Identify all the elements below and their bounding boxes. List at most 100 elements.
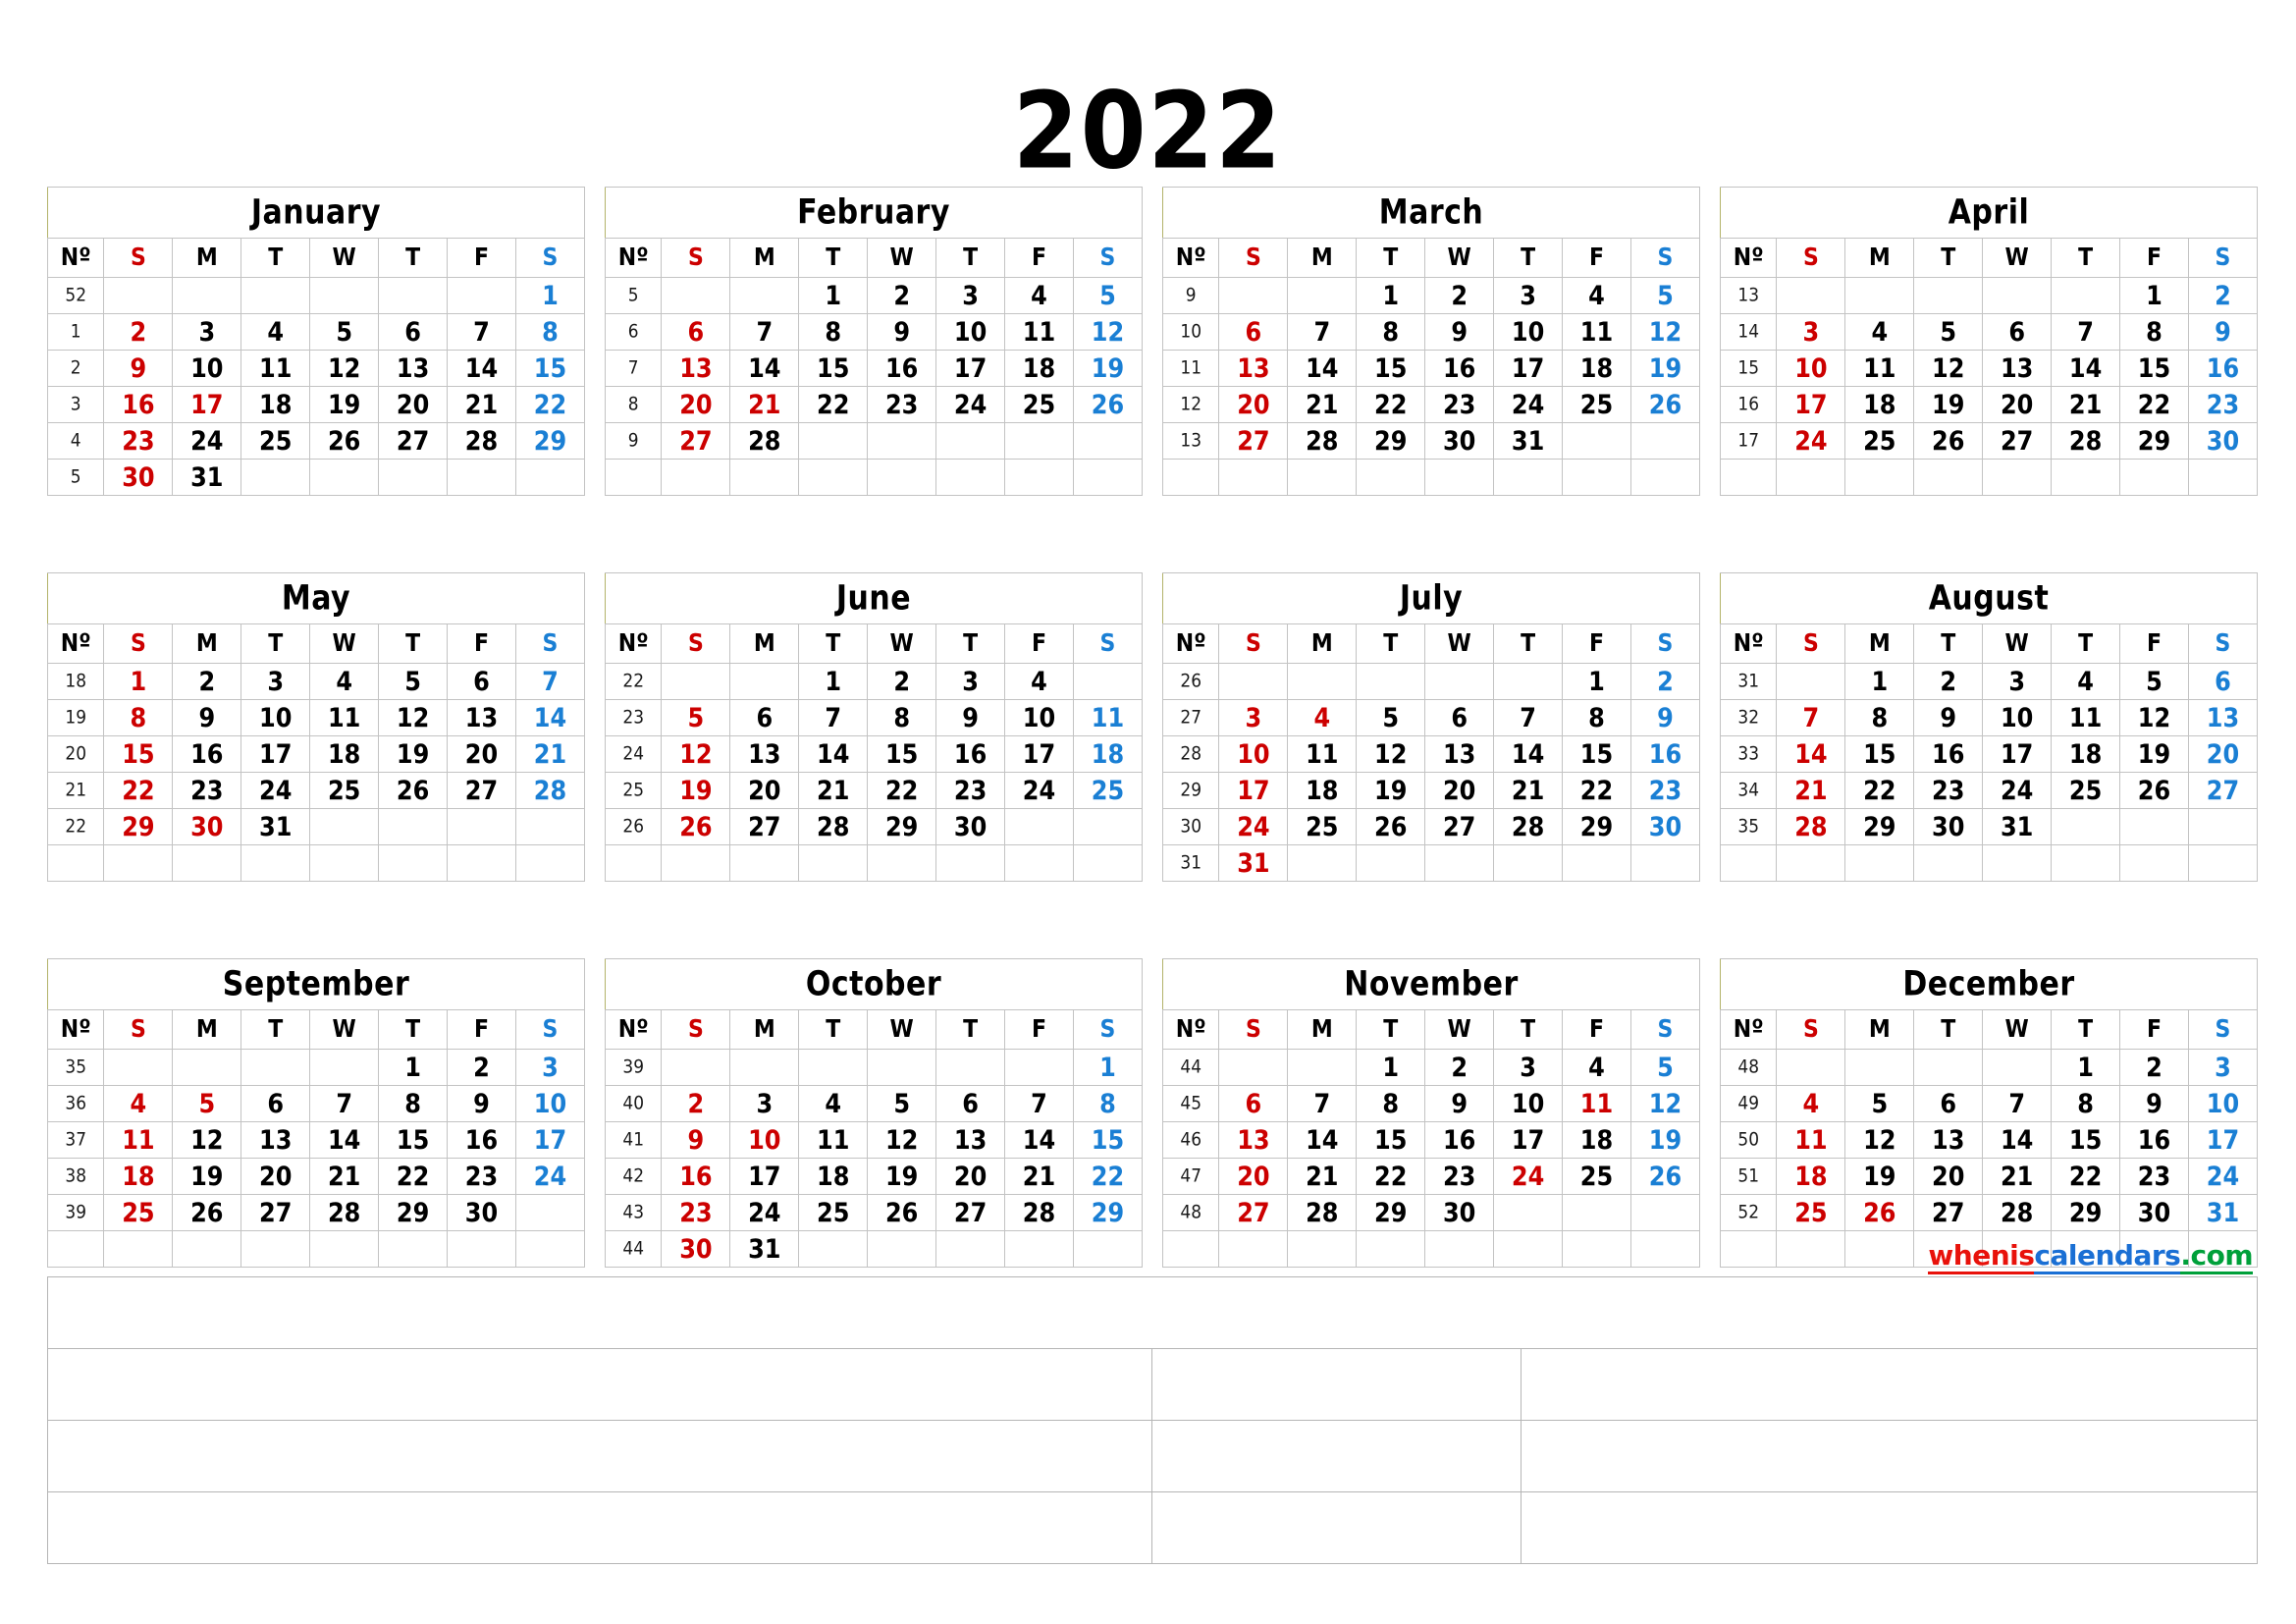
day-cell[interactable]: 7 (1776, 699, 1846, 736)
day-cell[interactable]: 30 (172, 808, 242, 845)
notes-cell[interactable] (47, 1276, 2258, 1349)
day-cell[interactable]: 18 (1004, 350, 1074, 387)
day-cell[interactable]: 16 (1913, 735, 1984, 773)
day-cell[interactable]: 12 (309, 350, 380, 387)
day-cell[interactable]: 1 (514, 277, 586, 314)
day-cell[interactable]: 21 (2051, 386, 2121, 423)
day-cell[interactable]: 16 (1424, 350, 1495, 387)
day-cell[interactable]: 6 (2187, 663, 2259, 700)
notes-cell[interactable] (1520, 1420, 2259, 1492)
day-cell[interactable]: 1 (2051, 1049, 2121, 1086)
day-cell[interactable]: 2 (867, 277, 937, 314)
day-cell[interactable]: 3 (2187, 1049, 2259, 1086)
day-cell[interactable]: 18 (240, 386, 311, 423)
day-cell[interactable]: 18 (798, 1158, 869, 1195)
day-cell[interactable]: 13 (1218, 350, 1289, 387)
day-cell[interactable]: 27 (240, 1194, 311, 1231)
day-cell[interactable]: 4 (1776, 1085, 1846, 1122)
day-cell[interactable]: 6 (935, 1085, 1006, 1122)
day-cell[interactable]: 29 (1562, 808, 1631, 845)
day-cell[interactable]: 21 (1287, 1158, 1358, 1195)
day-cell[interactable]: 21 (1982, 1158, 2053, 1195)
day-cell[interactable]: 1 (1072, 1049, 1144, 1086)
day-cell[interactable]: 30 (447, 1194, 516, 1231)
day-cell[interactable]: 30 (2119, 1194, 2189, 1231)
day-cell[interactable]: 4 (1287, 699, 1358, 736)
day-cell[interactable]: 23 (103, 422, 174, 460)
day-cell[interactable]: 31 (2187, 1194, 2259, 1231)
day-cell[interactable]: 11 (798, 1121, 869, 1159)
day-cell[interactable]: 7 (1493, 699, 1564, 736)
day-cell[interactable]: 20 (1218, 386, 1289, 423)
day-cell[interactable]: 3 (729, 1085, 800, 1122)
day-cell[interactable]: 15 (1356, 1121, 1426, 1159)
day-cell[interactable]: 1 (1844, 663, 1915, 700)
day-cell[interactable]: 13 (2187, 699, 2259, 736)
day-cell[interactable]: 1 (1562, 663, 1631, 700)
day-cell[interactable]: 14 (1982, 1121, 2053, 1159)
day-cell[interactable]: 19 (172, 1158, 242, 1195)
day-cell[interactable]: 30 (661, 1230, 731, 1268)
day-cell[interactable]: 18 (1776, 1158, 1846, 1195)
day-cell[interactable]: 10 (1004, 699, 1074, 736)
day-cell[interactable]: 26 (2119, 772, 2189, 809)
day-cell[interactable]: 14 (1004, 1121, 1074, 1159)
day-cell[interactable]: 3 (514, 1049, 586, 1086)
day-cell[interactable]: 22 (1356, 1158, 1426, 1195)
day-cell[interactable]: 25 (1776, 1194, 1846, 1231)
day-cell[interactable]: 12 (172, 1121, 242, 1159)
day-cell[interactable]: 25 (309, 772, 380, 809)
day-cell[interactable]: 27 (1218, 422, 1289, 460)
day-cell[interactable]: 21 (1004, 1158, 1074, 1195)
day-cell[interactable]: 28 (514, 772, 586, 809)
day-cell[interactable]: 12 (378, 699, 449, 736)
day-cell[interactable]: 8 (1356, 313, 1426, 351)
day-cell[interactable]: 1 (1356, 1049, 1426, 1086)
day-cell[interactable]: 31 (1982, 808, 2053, 845)
day-cell[interactable]: 19 (1844, 1158, 1915, 1195)
day-cell[interactable]: 17 (729, 1158, 800, 1195)
day-cell[interactable]: 27 (1424, 808, 1495, 845)
day-cell[interactable]: 18 (1287, 772, 1358, 809)
day-cell[interactable]: 6 (1982, 313, 2053, 351)
day-cell[interactable]: 11 (1072, 699, 1144, 736)
day-cell[interactable]: 27 (935, 1194, 1006, 1231)
day-cell[interactable]: 13 (1424, 735, 1495, 773)
day-cell[interactable]: 16 (172, 735, 242, 773)
day-cell[interactable]: 22 (1562, 772, 1631, 809)
notes-cell[interactable] (46, 1420, 1153, 1492)
day-cell[interactable]: 17 (935, 350, 1006, 387)
day-cell[interactable]: 9 (867, 313, 937, 351)
day-cell[interactable]: 28 (1776, 808, 1846, 845)
day-cell[interactable]: 5 (1629, 1049, 1701, 1086)
day-cell[interactable]: 20 (1913, 1158, 1984, 1195)
day-cell[interactable]: 18 (1562, 350, 1631, 387)
day-cell[interactable]: 28 (798, 808, 869, 845)
day-cell[interactable]: 5 (378, 663, 449, 700)
day-cell[interactable]: 5 (309, 313, 380, 351)
day-cell[interactable]: 12 (2119, 699, 2189, 736)
day-cell[interactable]: 13 (240, 1121, 311, 1159)
day-cell[interactable]: 30 (1424, 422, 1495, 460)
day-cell[interactable]: 17 (514, 1121, 586, 1159)
day-cell[interactable]: 9 (1629, 699, 1701, 736)
day-cell[interactable]: 23 (2119, 1158, 2189, 1195)
day-cell[interactable]: 15 (2051, 1121, 2121, 1159)
day-cell[interactable]: 8 (378, 1085, 449, 1122)
day-cell[interactable]: 19 (661, 772, 731, 809)
day-cell[interactable]: 16 (103, 386, 174, 423)
day-cell[interactable]: 20 (1424, 772, 1495, 809)
day-cell[interactable]: 29 (103, 808, 174, 845)
day-cell[interactable]: 15 (1356, 350, 1426, 387)
day-cell[interactable]: 20 (729, 772, 800, 809)
day-cell[interactable]: 28 (1287, 422, 1358, 460)
day-cell[interactable]: 17 (1004, 735, 1074, 773)
day-cell[interactable]: 1 (103, 663, 174, 700)
day-cell[interactable]: 26 (1356, 808, 1426, 845)
day-cell[interactable]: 8 (1356, 1085, 1426, 1122)
day-cell[interactable]: 10 (172, 350, 242, 387)
day-cell[interactable]: 14 (1493, 735, 1564, 773)
day-cell[interactable]: 3 (240, 663, 311, 700)
day-cell[interactable]: 2 (1424, 277, 1495, 314)
day-cell[interactable]: 27 (378, 422, 449, 460)
